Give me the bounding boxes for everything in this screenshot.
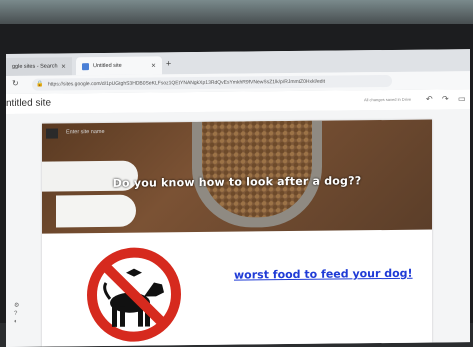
worst-food-link[interactable]: worst food to feed your dog! (234, 267, 413, 282)
new-tab-button[interactable]: + (166, 58, 171, 68)
close-icon[interactable]: ✕ (151, 62, 156, 69)
url-field[interactable]: 🔒 https://sites.google.com/d/1pUGtghS3HD… (32, 74, 392, 91)
tab-untitled-site[interactable]: Untitled site ✕ (76, 56, 162, 76)
site-page: Enter site name Do you know how to look … (42, 119, 432, 347)
url-text: https://sites.google.com/d/1pUGtghS3HDB0… (48, 78, 326, 88)
sites-favicon-icon (82, 62, 89, 70)
tab-label: ggle sites - Search (12, 63, 58, 70)
preview-icon[interactable]: ▭ (458, 94, 466, 103)
side-tools: ⚙ ? ◐ (14, 302, 19, 326)
dog-paw-image (56, 194, 136, 228)
tab-label: Untitled site (93, 62, 122, 70)
monitor-bezel: ggle sites - Search ✕ Untitled site ✕ + … (0, 24, 473, 347)
editor-canvas: ⚙ ? ◐ Enter site name Do you know how to… (6, 109, 470, 347)
tab-search[interactable]: ggle sites - Search ✕ (6, 57, 72, 76)
close-icon[interactable]: ✕ (61, 63, 66, 70)
undo-icon[interactable]: ↶ (426, 95, 433, 104)
monitor-screen: ggle sites - Search ✕ Untitled site ✕ + … (6, 49, 470, 347)
lock-icon: 🔒 (36, 81, 44, 88)
site-title[interactable]: ntitled site (6, 98, 51, 109)
help-icon[interactable]: ? (14, 310, 19, 318)
save-status: All changes saved in Drive (364, 96, 412, 103)
header-banner[interactable]: Enter site name Do you know how to look … (42, 119, 432, 234)
banner-heading[interactable]: Do you know how to look after a dog?? (42, 174, 432, 191)
reload-icon[interactable]: ↻ (12, 79, 19, 88)
no-dogs-sign-image (87, 247, 181, 342)
feedback-icon[interactable]: ◐ (14, 318, 19, 326)
site-name-placeholder[interactable]: Enter site name (66, 129, 105, 135)
redo-icon[interactable]: ↷ (442, 94, 449, 103)
settings-icon[interactable]: ⚙ (14, 302, 19, 310)
site-logo-icon[interactable] (46, 128, 58, 139)
